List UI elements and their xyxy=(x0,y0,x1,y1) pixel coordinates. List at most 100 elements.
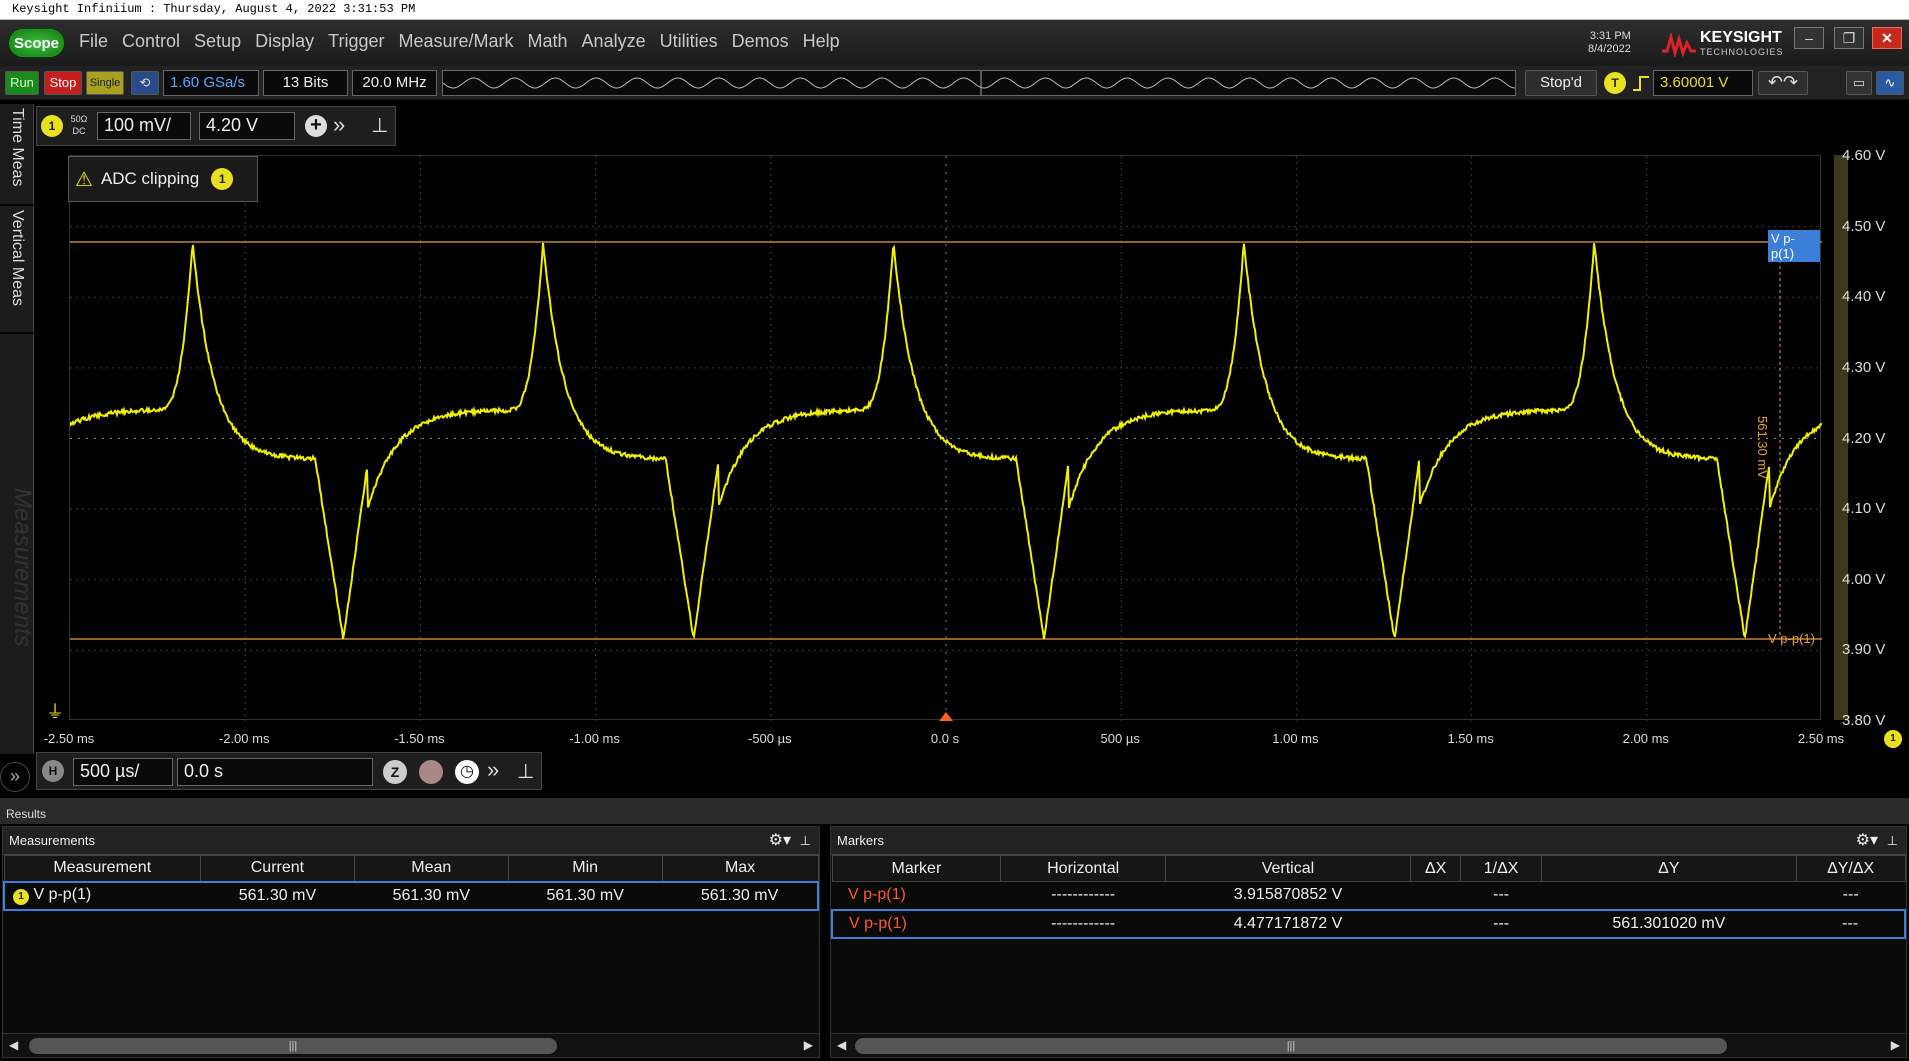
waveform-overview[interactable] xyxy=(442,70,1516,96)
menu-math[interactable]: Math xyxy=(521,31,575,52)
clock-date: 8/4/2022 xyxy=(1588,43,1631,56)
undo-redo-icon[interactable]: ↶↷ xyxy=(1758,71,1808,95)
table-row[interactable]: V p-p(1) ------------ 3.915870852 V --- … xyxy=(832,882,1905,910)
channel-1-badge[interactable]: 1 xyxy=(41,115,63,137)
scroll-thumb[interactable]: ||| xyxy=(855,1038,1727,1054)
table-row[interactable]: 1 V p-p(1) 561.30 mV 561.30 mV 561.30 mV… xyxy=(4,882,818,910)
menu-help[interactable]: Help xyxy=(796,31,847,52)
col-mean[interactable]: Mean xyxy=(354,856,508,882)
bandwidth-field[interactable]: 20.0 MHz xyxy=(352,70,437,96)
autoscale-icon[interactable]: ∿ xyxy=(1876,71,1904,95)
time-position-field[interactable]: 0.0 s xyxy=(177,758,373,786)
table-row[interactable]: V p-p(1) ------------ 4.477171872 V --- … xyxy=(832,910,1905,938)
row-dy xyxy=(1541,882,1796,910)
col-marker[interactable]: Marker xyxy=(832,856,1001,882)
trigger-position-icon xyxy=(939,712,953,721)
scroll-thumb[interactable]: ||| xyxy=(29,1038,557,1054)
status-button[interactable]: Stop'd xyxy=(1525,70,1597,96)
col-dy[interactable]: ΔY xyxy=(1541,856,1796,882)
measurements-settings-icon[interactable]: ⚙▾ xyxy=(769,827,791,855)
col-dydx[interactable]: ΔY/ΔX xyxy=(1796,856,1905,882)
menu-utilities[interactable]: Utilities xyxy=(653,31,725,52)
trigger-level-field[interactable]: 3.60001 V xyxy=(1653,70,1753,96)
row-mean: 561.30 mV xyxy=(354,882,508,910)
trigger-edge-icon[interactable] xyxy=(1632,74,1650,92)
menu-bar: Scope File Control Setup Display Trigger… xyxy=(0,20,1909,66)
markers-pin-icon[interactable]: ⊥ xyxy=(1887,827,1898,855)
toolbar-menu-icon[interactable]: ▭ xyxy=(1846,71,1872,95)
vertical-offset-field[interactable]: 4.20 V xyxy=(199,112,295,140)
expand-left-icon[interactable]: » xyxy=(0,762,30,792)
row-horizontal: ------------ xyxy=(1001,910,1166,938)
col-min[interactable]: Min xyxy=(508,856,662,882)
run-button[interactable]: Run xyxy=(5,71,39,95)
stop-button[interactable]: Stop xyxy=(44,71,82,95)
scroll-right-icon[interactable]: ▶ xyxy=(1891,1038,1900,1052)
col-measurement[interactable]: Measurement xyxy=(4,856,201,882)
menu-demos[interactable]: Demos xyxy=(725,31,796,52)
marker-lower-label[interactable]: V p-p(1) xyxy=(1768,631,1815,646)
zoom-icon[interactable]: Z xyxy=(383,760,407,784)
waveform-display[interactable]: V p-p(1) V p-p(1) 561.30 mV ⏚ xyxy=(69,155,1821,720)
menu-control[interactable]: Control xyxy=(115,31,187,52)
vertical-scale-field[interactable]: 100 mV/ xyxy=(97,112,191,140)
alert-text: ADC clipping xyxy=(101,169,199,189)
pin-icon[interactable]: ⊥ xyxy=(371,113,388,138)
sample-rate-field[interactable]: 1.60 GSa/s xyxy=(163,70,259,96)
add-waveform-icon[interactable]: + xyxy=(305,115,327,137)
col-inv-dx[interactable]: 1/ΔX xyxy=(1461,856,1542,882)
brand-name: KEYSIGHT xyxy=(1700,29,1782,46)
x-axis-label: 2.00 ms xyxy=(1601,731,1691,746)
pin-icon-2[interactable]: ⊥ xyxy=(517,759,534,784)
x-axis-label: 2.50 ms xyxy=(1776,731,1866,746)
menu-trigger[interactable]: Trigger xyxy=(321,31,391,52)
markers-scrollbar[interactable]: ◀ ||| ▶ xyxy=(831,1033,1906,1057)
col-vertical[interactable]: Vertical xyxy=(1166,856,1411,882)
scroll-left-icon[interactable]: ◀ xyxy=(9,1038,18,1052)
col-current[interactable]: Current xyxy=(201,856,355,882)
tab-vertical-meas[interactable]: Vertical Meas xyxy=(0,206,34,332)
markers-settings-icon[interactable]: ⚙▾ xyxy=(1856,827,1878,855)
acquisition-mode-icon[interactable]: ⟲ xyxy=(131,71,159,95)
y-axis-label: 4.40 V xyxy=(1842,288,1885,305)
bits-field[interactable]: 13 Bits xyxy=(263,70,348,96)
minimize-icon[interactable]: – xyxy=(1794,27,1824,49)
markers-panel: Markers ⚙▾ ⊥ Marker Horizontal Vertical … xyxy=(830,826,1907,1058)
tab-time-meas[interactable]: Time Meas xyxy=(0,104,34,204)
stripe-mode-icon[interactable] xyxy=(419,760,443,784)
clock: 3:31 PM 8/4/2022 xyxy=(1588,30,1631,56)
menu-file[interactable]: File xyxy=(72,31,115,52)
single-button[interactable]: Single xyxy=(86,71,124,95)
brand-sub: TECHNOLOGIES xyxy=(1700,45,1784,60)
clock-time: 3:31 PM xyxy=(1588,30,1631,43)
graticule-grid xyxy=(70,156,1822,721)
close-icon[interactable]: ✕ xyxy=(1872,27,1902,49)
adc-clipping-alert[interactable]: ⚠ ADC clipping 1 xyxy=(68,156,258,202)
measurements-scrollbar[interactable]: ◀ ||| ▶ xyxy=(3,1033,819,1057)
marker-delta-label: 561.30 mV xyxy=(1755,416,1770,479)
menu-analyze[interactable]: Analyze xyxy=(575,31,653,52)
expand-chevron-icon-2[interactable]: » xyxy=(487,757,499,783)
scroll-right-icon[interactable]: ▶ xyxy=(804,1038,813,1052)
x-axis-label: -1.00 ms xyxy=(550,731,640,746)
menu-setup[interactable]: Setup xyxy=(187,31,248,52)
menu-measure-mark[interactable]: Measure/Mark xyxy=(391,31,520,52)
x-axis-label: 0.0 s xyxy=(900,731,990,746)
expand-chevron-icon[interactable]: » xyxy=(333,112,345,138)
col-horizontal[interactable]: Horizontal xyxy=(1001,856,1166,882)
menu-display[interactable]: Display xyxy=(248,31,321,52)
row-current: 561.30 mV xyxy=(201,882,355,910)
col-max[interactable]: Max xyxy=(662,856,818,882)
time-scale-field[interactable]: 500 µs/ xyxy=(73,758,173,786)
scope-button[interactable]: Scope xyxy=(9,29,64,57)
measurements-title: Measurements xyxy=(9,833,95,848)
scroll-left-icon[interactable]: ◀ xyxy=(837,1038,846,1052)
channel-1-control: 1 50Ω DC 100 mV/ 4.20 V + » ⊥ xyxy=(36,106,396,146)
marker-upper-label[interactable]: V p-p(1) xyxy=(1768,230,1820,262)
measurements-pin-icon[interactable]: ⊥ xyxy=(800,827,811,855)
col-dx[interactable]: ΔX xyxy=(1410,856,1460,882)
markers-title: Markers xyxy=(837,833,884,848)
clock-icon[interactable]: ◷ xyxy=(455,760,479,784)
y-axis-label: 3.90 V xyxy=(1842,641,1885,658)
restore-icon[interactable]: ❐ xyxy=(1834,27,1864,49)
